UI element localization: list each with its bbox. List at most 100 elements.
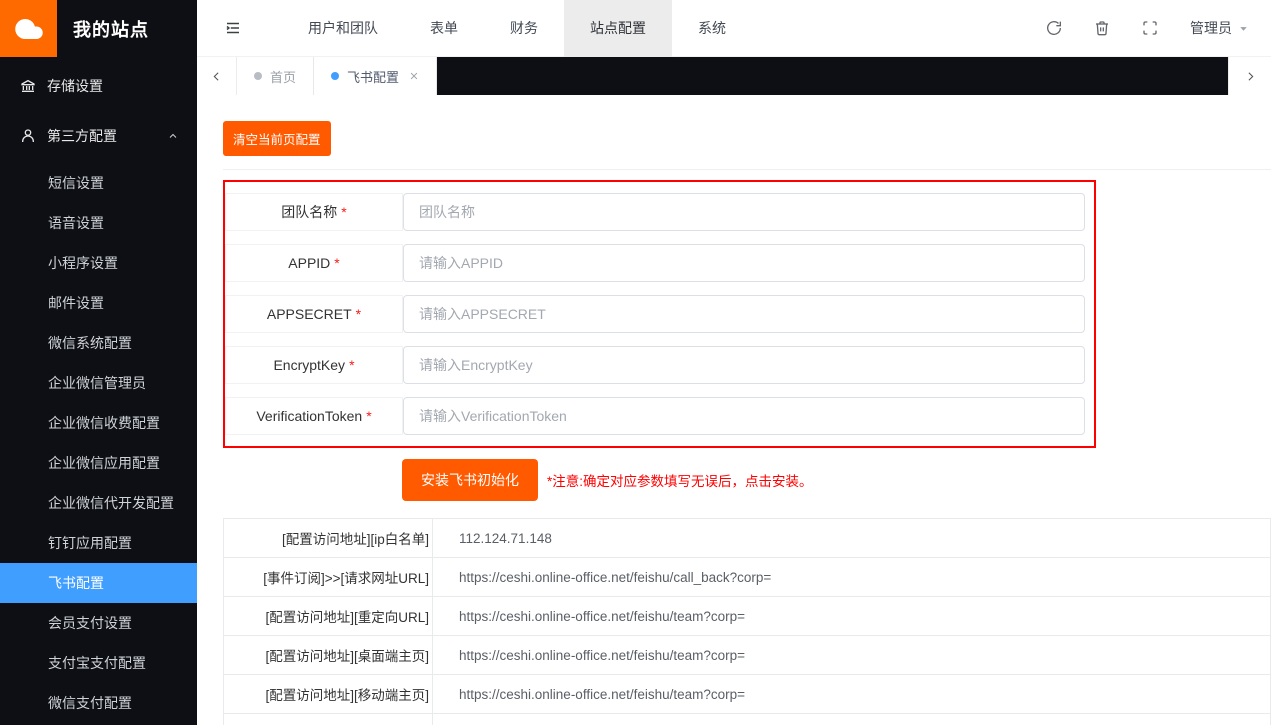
install-row: 安装飞书初始化 *注意:确定对应参数填写无误后，点击安装。 [223, 459, 1271, 501]
info-label: [配置访问地址][管理主页地址] [224, 714, 433, 725]
third-party-submenu: 短信设置 语音设置 小程序设置 邮件设置 微信系统配置 企业微信管理员 企业微信… [0, 161, 197, 723]
form-row: 团队名称* [225, 193, 1085, 231]
field-label: 团队名称* [225, 193, 403, 231]
collapse-menu-icon[interactable] [224, 19, 242, 37]
field-label: APPSECRET* [225, 295, 403, 333]
sidebar-item-mail-settings[interactable]: 邮件设置 [0, 283, 197, 323]
topnav-item-users-teams[interactable]: 用户和团队 [282, 0, 404, 57]
install-note: *注意:确定对应参数填写无误后，点击安装。 [547, 470, 813, 490]
required-mark: * [366, 408, 371, 424]
required-mark: * [349, 357, 354, 373]
chevron-up-icon [167, 130, 179, 142]
sidebar-item-third-party-config[interactable]: 第三方配置 [0, 111, 197, 161]
third-party-icon [20, 128, 36, 144]
user-name: 管理员 [1190, 18, 1232, 38]
required-mark: * [356, 306, 361, 322]
topbar-actions: 管理员 [1046, 18, 1249, 38]
field-label: EncryptKey* [225, 346, 403, 384]
tabs-scroll-left-button[interactable] [197, 57, 237, 95]
sidebar-menu: 存储设置 第三方配置 短信设置 语音设置 小程序设置 邮件设置 微信系统配置 企… [0, 57, 197, 725]
table-row: [配置访问地址][移动端主页] https://ceshi.online-off… [224, 675, 1271, 714]
close-icon[interactable] [409, 71, 419, 81]
topnav-item-system[interactable]: 系统 [672, 0, 752, 57]
info-label: [配置访问地址][重定向URL] [224, 597, 433, 636]
fullscreen-icon[interactable] [1142, 20, 1158, 36]
sidebar-item-voice-settings[interactable]: 语音设置 [0, 203, 197, 243]
team-name-input[interactable] [403, 193, 1085, 231]
verificationtoken-input[interactable] [403, 397, 1085, 435]
table-row: [配置访问地址][管理主页地址] https://ceshi.online-of… [224, 714, 1271, 725]
required-mark: * [334, 255, 339, 271]
info-value: https://ceshi.online-office.net/feishu/c… [433, 558, 1271, 597]
sidebar-item-sms-settings[interactable]: 短信设置 [0, 163, 197, 203]
sidebar-item-storage-settings[interactable]: 存储设置 [0, 61, 197, 111]
info-value: https://ceshi.online-office.net/feishu/t… [433, 597, 1271, 636]
sidebar-item-alipay-payment-config[interactable]: 支付宝支付配置 [0, 643, 197, 683]
topnav-item-finance[interactable]: 财务 [484, 0, 564, 57]
feishu-config-form: 团队名称* APPID* APPSECRET* [223, 180, 1096, 448]
main-column: 用户和团队 表单 财务 站点配置 系统 管理员 [197, 0, 1271, 725]
chevron-right-icon [1244, 70, 1257, 83]
page-content: 清空当前页配置 团队名称* APPID* APPSEC [197, 95, 1271, 725]
install-feishu-button[interactable]: 安装飞书初始化 [402, 459, 538, 501]
topbar: 用户和团队 表单 财务 站点配置 系统 管理员 [197, 0, 1271, 57]
field-label: VerificationToken* [225, 397, 403, 435]
logo-badge [0, 0, 57, 57]
sidebar-item-wechat-system-config[interactable]: 微信系统配置 [0, 323, 197, 363]
caret-down-icon [1238, 23, 1249, 34]
sidebar: 我的站点 存储设置 第三方配置 短信设置 语音设置 小程 [0, 0, 197, 725]
cloud-icon [14, 14, 44, 44]
tab-feishu-config[interactable]: 飞书配置 [314, 57, 437, 95]
tab-status-dot [331, 72, 339, 80]
info-value: 112.124.71.148 [433, 519, 1271, 558]
form-row: APPID* [225, 244, 1085, 282]
info-label: [事件订阅]>>[请求网址URL] [224, 558, 433, 597]
required-mark: * [341, 204, 346, 220]
form-row: EncryptKey* [225, 346, 1085, 384]
brand-logo[interactable]: 我的站点 [0, 0, 197, 57]
bank-icon [20, 78, 36, 94]
info-label: [配置访问地址][ip白名单] [224, 519, 433, 558]
tab-home[interactable]: 首页 [237, 57, 314, 95]
sidebar-item-label: 第三方配置 [47, 126, 117, 146]
sidebar-item-wecom-dev-config[interactable]: 企业微信代开发配置 [0, 483, 197, 523]
table-row: [配置访问地址][重定向URL] https://ceshi.online-of… [224, 597, 1271, 636]
sidebar-item-wecom-app-config[interactable]: 企业微信应用配置 [0, 443, 197, 483]
appsecret-input[interactable] [403, 295, 1085, 333]
topnav-item-forms[interactable]: 表单 [404, 0, 484, 57]
form-row: APPSECRET* [225, 295, 1085, 333]
appid-input[interactable] [403, 244, 1085, 282]
info-label: [配置访问地址][桌面端主页] [224, 636, 433, 675]
sidebar-item-wechat-payment-config[interactable]: 微信支付配置 [0, 683, 197, 723]
sidebar-item-member-payment-settings[interactable]: 会员支付设置 [0, 603, 197, 643]
sidebar-item-label: 存储设置 [47, 76, 103, 96]
chevron-left-icon [210, 70, 223, 83]
content-header: 清空当前页配置 [223, 95, 1271, 170]
form-row: VerificationToken* [225, 397, 1085, 435]
topnav-item-site-config[interactable]: 站点配置 [564, 0, 672, 57]
encryptkey-input[interactable] [403, 346, 1085, 384]
top-navigation: 用户和团队 表单 财务 站点配置 系统 [282, 0, 752, 57]
user-menu[interactable]: 管理员 [1190, 18, 1249, 38]
refresh-icon[interactable] [1046, 20, 1062, 36]
config-info-table: [配置访问地址][ip白名单] 112.124.71.148 [事件订阅]>>[… [223, 518, 1271, 725]
app-window: 我的站点 存储设置 第三方配置 短信设置 语音设置 小程 [0, 0, 1271, 725]
trash-icon[interactable] [1094, 20, 1110, 36]
clear-config-button[interactable]: 清空当前页配置 [223, 121, 331, 156]
sidebar-item-feishu-config[interactable]: 飞书配置 [0, 563, 197, 603]
table-row: [事件订阅]>>[请求网址URL] https://ceshi.online-o… [224, 558, 1271, 597]
info-value: https://ceshi.online-office.net/feishu/t… [433, 675, 1271, 714]
sidebar-item-miniprogram-settings[interactable]: 小程序设置 [0, 243, 197, 283]
info-value: https://ceshi.online-office.net/feishu/t… [433, 714, 1271, 725]
sidebar-item-wecom-admin[interactable]: 企业微信管理员 [0, 363, 197, 403]
open-tabs: 首页 飞书配置 [237, 57, 437, 95]
sidebar-item-wecom-billing-config[interactable]: 企业微信收费配置 [0, 403, 197, 443]
sidebar-item-dingtalk-app-config[interactable]: 钉钉应用配置 [0, 523, 197, 563]
table-row: [配置访问地址][ip白名单] 112.124.71.148 [224, 519, 1271, 558]
tabs-scroll-right-button[interactable] [1228, 57, 1271, 95]
info-label: [配置访问地址][移动端主页] [224, 675, 433, 714]
tab-label: 首页 [270, 67, 296, 86]
info-value: https://ceshi.online-office.net/feishu/t… [433, 636, 1271, 675]
field-label: APPID* [225, 244, 403, 282]
tags-bar: 首页 飞书配置 [197, 57, 1271, 95]
